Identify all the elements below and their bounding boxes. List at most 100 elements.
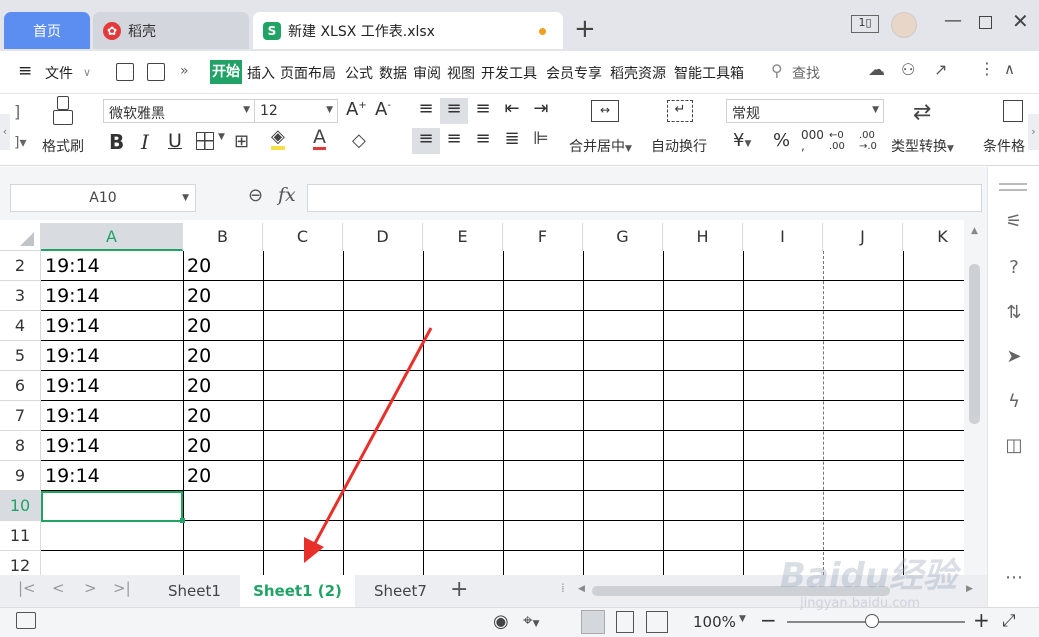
menu-file[interactable]: 文件 [45,63,73,83]
font-shrink-icon[interactable]: A- [375,99,391,120]
zoom-formula-icon[interactable]: ⊖ [248,185,263,206]
zoom-slider-thumb[interactable] [865,614,879,628]
menu-member[interactable]: 会员专享 [546,63,602,83]
scroll-up-icon[interactable]: ▲ [971,226,978,236]
close-icon[interactable]: ✕ [1012,9,1029,33]
thousands-icon[interactable]: 000, [801,129,824,152]
window-switch-icon[interactable]: 1▯ [851,15,879,33]
underline-icon[interactable]: U [168,130,182,152]
currency-icon[interactable]: ¥▼ [733,130,751,151]
menu-page-layout[interactable]: 页面布局 [280,63,336,83]
percent-icon[interactable]: % [773,130,790,151]
chevron-down-icon[interactable]: ▼ [218,132,225,142]
menu-data[interactable]: 数据 [379,63,407,83]
format-painter-icon[interactable] [52,96,74,128]
align-right-icon[interactable]: ≡ [469,128,497,154]
more-chevron-icon[interactable]: » [180,63,189,79]
sort-icon[interactable]: ⇅ [1001,302,1027,328]
normal-view-icon[interactable] [581,610,605,634]
tab-daoke[interactable]: ✿ 稻壳 [93,12,249,49]
menu-review[interactable]: 审阅 [413,63,441,83]
border-icon[interactable] [196,132,214,150]
sheet-tab[interactable]: Sheet1 [150,577,239,605]
justify-icon[interactable]: ≣ [498,128,526,154]
scroll-left-icon[interactable]: ◀ [578,584,585,594]
cursor-icon[interactable]: ➤ [1001,346,1027,372]
italic-icon[interactable]: I [141,130,149,154]
align-top-icon[interactable]: ≡ [412,98,440,124]
page-break-view-icon[interactable] [646,611,668,633]
ribbon-scroll-right-icon[interactable]: › [1028,114,1039,150]
eraser-icon[interactable]: ◇ [352,130,366,151]
tab-splitter-icon[interactable]: ⁞ [561,581,565,595]
font-color-icon[interactable]: A [313,127,326,150]
menu-daoke-resources[interactable]: 稻壳资源 [610,63,666,83]
collapse-ribbon-icon[interactable]: ∧ [1004,60,1015,78]
more-horizontal-icon[interactable]: ⋯ [1001,567,1027,593]
hamburger-icon[interactable]: ≡ [18,61,32,81]
help-icon[interactable]: ? [1001,257,1027,283]
menu-view[interactable]: 视图 [447,63,475,83]
tab-home[interactable]: 首页 [4,12,90,49]
maximize-icon[interactable] [979,16,992,29]
menu-insert[interactable]: 插入 [247,63,275,83]
merge-center-icon[interactable]: ↔ [591,100,619,122]
indent-increase-icon[interactable]: ⇥ [527,98,555,124]
next-sheet-icon[interactable]: > [84,579,97,597]
fullscreen-icon[interactable]: ⤢ [1002,611,1016,631]
spreadsheet-grid[interactable]: A B C D E F G H I J K 2 3 4 5 6 7 8 9 10… [0,220,987,575]
zoom-in-icon[interactable]: + [973,608,990,632]
add-sheet-button[interactable]: + [450,577,468,602]
paste-icon[interactable]: ] [14,102,20,121]
number-format-select[interactable]: 常规 ▼ [726,99,884,123]
merge-center-button[interactable]: 合并居中▼ [569,136,632,156]
menu-formula[interactable]: 公式 [345,63,373,83]
font-grow-icon[interactable]: A+ [346,99,367,120]
vertical-scroll-thumb[interactable] [969,264,980,424]
align-center-icon[interactable]: ≡ [440,128,468,154]
sheet-tab[interactable]: Sheet7 [356,577,445,605]
vertical-scrollbar[interactable]: ▲ [964,220,987,575]
type-convert-button[interactable]: 类型转换▼ [891,136,954,156]
font-family-select[interactable]: 微软雅黑 ▼ [103,99,255,123]
wrap-text-icon[interactable]: ↵ [667,100,693,122]
page-layout-view-icon[interactable] [616,611,634,633]
search-label[interactable]: 查找 [792,63,820,83]
insert-function-button[interactable]: fx [278,184,296,206]
more-vertical-icon[interactable]: ⋮ [979,59,995,78]
sliders-icon[interactable]: ⚟ [1001,211,1027,237]
menu-smart-toolbox[interactable]: 智能工具箱 [674,63,744,83]
conditional-format-button[interactable]: 条件格 [983,136,1025,156]
new-tab-button[interactable]: + [574,14,596,44]
zoom-out-icon[interactable]: − [760,608,777,632]
type-convert-icon[interactable]: ⇄ [913,100,931,125]
ribbon-scroll-left-icon[interactable]: ‹ [0,114,10,150]
menu-start[interactable]: 开始 [210,60,242,84]
indent-decrease-icon[interactable]: ⇤ [498,98,526,124]
share-icon[interactable]: ↗ [934,60,947,79]
chevron-down-icon[interactable]: ∨ [83,66,91,79]
format-painter-button[interactable]: 格式刷 [42,136,84,156]
bold-icon[interactable]: B [109,130,124,154]
sheet-tab-active[interactable]: Sheet1 (2) [240,575,355,607]
cell-style-icon[interactable]: ⊞ [234,131,249,152]
prev-sheet-icon[interactable]: < [52,579,65,597]
formula-input[interactable] [307,184,982,212]
freeze-icon[interactable]: ⌖▼ [523,611,540,631]
distribute-icon[interactable]: ⊫ [527,128,555,154]
backup-icon[interactable]: ◫ [1001,435,1027,461]
user-add-icon[interactable]: ⚇ [901,60,915,79]
search-icon[interactable]: ⚲ [771,61,783,80]
eye-protection-icon[interactable]: ◉ [493,611,509,632]
first-sheet-icon[interactable]: |< [18,579,36,597]
last-sheet-icon[interactable]: >| [113,579,131,597]
avatar[interactable] [891,12,917,38]
lightning-icon[interactable]: ϟ [1001,391,1027,417]
export-icon[interactable] [147,63,165,81]
chevron-down-icon[interactable]: ▼ [739,614,746,624]
zoom-level[interactable]: 100% [693,613,736,631]
menu-developer[interactable]: 开发工具 [481,63,537,83]
align-bottom-icon[interactable]: ≡ [469,98,497,124]
macro-icon[interactable] [16,612,36,629]
minimize-icon[interactable]: — [944,10,962,31]
